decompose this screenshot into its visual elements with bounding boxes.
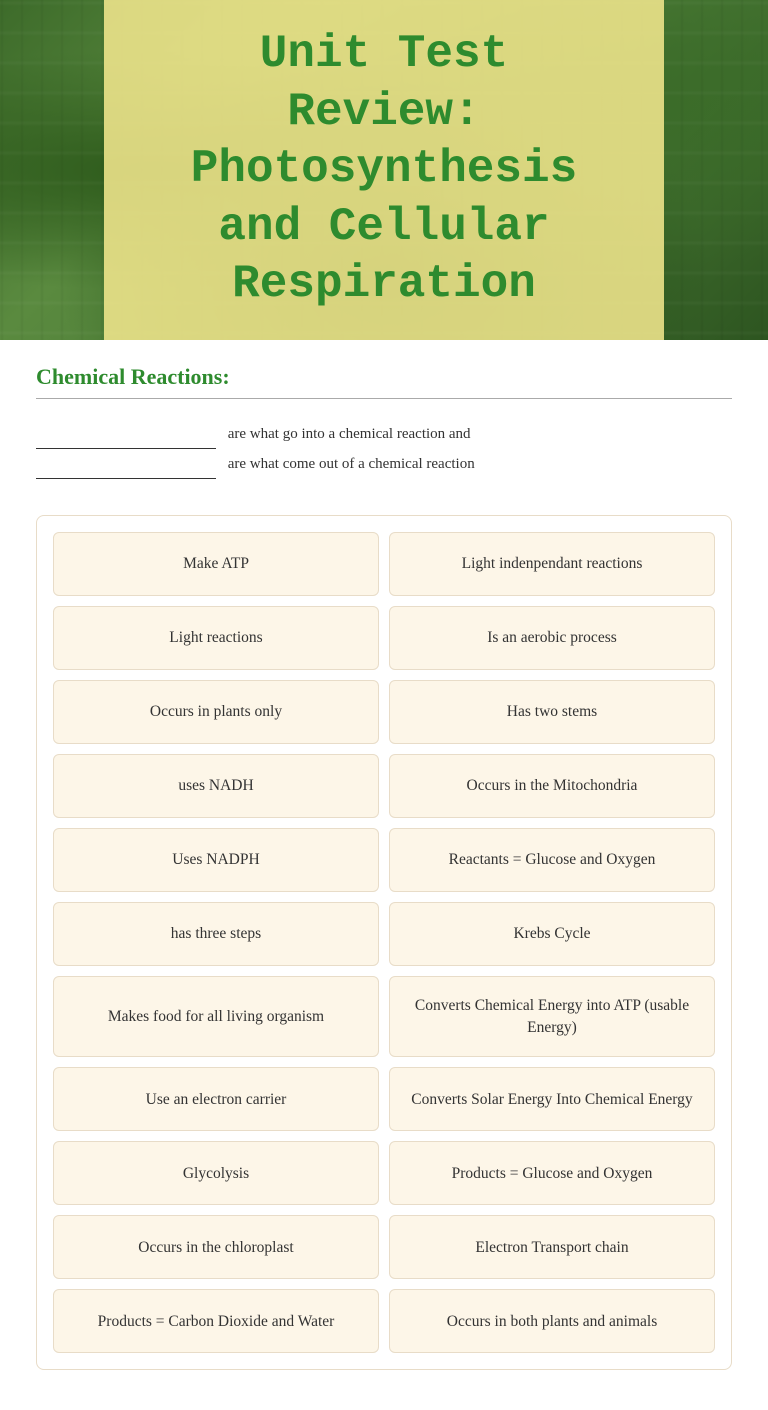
card-item[interactable]: Occurs in the chloroplast [53, 1215, 379, 1279]
card-item[interactable]: Occurs in plants only [53, 680, 379, 744]
header-section: Unit Test Review: Photosynthesis and Cel… [0, 0, 768, 340]
card-item[interactable]: Make ATP [53, 532, 379, 596]
card-item[interactable]: Occurs in both plants and animals [389, 1289, 715, 1353]
content-area: Chemical Reactions: are what go into a c… [0, 340, 768, 1410]
card-item[interactable]: Light indenpendant reactions [389, 532, 715, 596]
card-item[interactable]: uses NADH [53, 754, 379, 818]
card-item[interactable]: Products = Carbon Dioxide and Water [53, 1289, 379, 1353]
section-title: Chemical Reactions: [36, 364, 732, 390]
card-item[interactable]: has three steps [53, 902, 379, 966]
fill-in-block: are what go into a chemical reaction and… [36, 419, 732, 479]
card-item[interactable]: Converts Chemical Energy into ATP (usabl… [389, 976, 715, 1057]
card-item[interactable]: Makes food for all living organism [53, 976, 379, 1057]
blank-1 [36, 448, 216, 449]
card-item[interactable]: Reactants = Glucose and Oxygen [389, 828, 715, 892]
card-item[interactable]: Has two stems [389, 680, 715, 744]
card-item[interactable]: Light reactions [53, 606, 379, 670]
card-item[interactable]: Products = Glucose and Oxygen [389, 1141, 715, 1205]
cards-grid: Make ATPLight indenpendant reactionsLigh… [53, 532, 715, 1353]
fill-text-2: are what come out of a chemical reaction [228, 456, 475, 472]
chemical-reactions-section: Chemical Reactions: are what go into a c… [36, 364, 732, 479]
card-item[interactable]: Electron Transport chain [389, 1215, 715, 1279]
card-item[interactable]: Occurs in the Mitochondria [389, 754, 715, 818]
page-title: Unit Test Review: Photosynthesis and Cel… [154, 26, 614, 314]
card-item[interactable]: Krebs Cycle [389, 902, 715, 966]
card-item[interactable]: Uses NADPH [53, 828, 379, 892]
fill-text-1: are what go into a chemical reaction and [228, 426, 471, 442]
header-title-box: Unit Test Review: Photosynthesis and Cel… [104, 0, 664, 340]
card-item[interactable]: Is an aerobic process [389, 606, 715, 670]
blank-2 [36, 478, 216, 479]
card-item[interactable]: Use an electron carrier [53, 1067, 379, 1131]
card-item[interactable]: Converts Solar Energy Into Chemical Ener… [389, 1067, 715, 1131]
section-divider [36, 398, 732, 399]
card-item[interactable]: Glycolysis [53, 1141, 379, 1205]
cards-container: Make ATPLight indenpendant reactionsLigh… [36, 515, 732, 1370]
